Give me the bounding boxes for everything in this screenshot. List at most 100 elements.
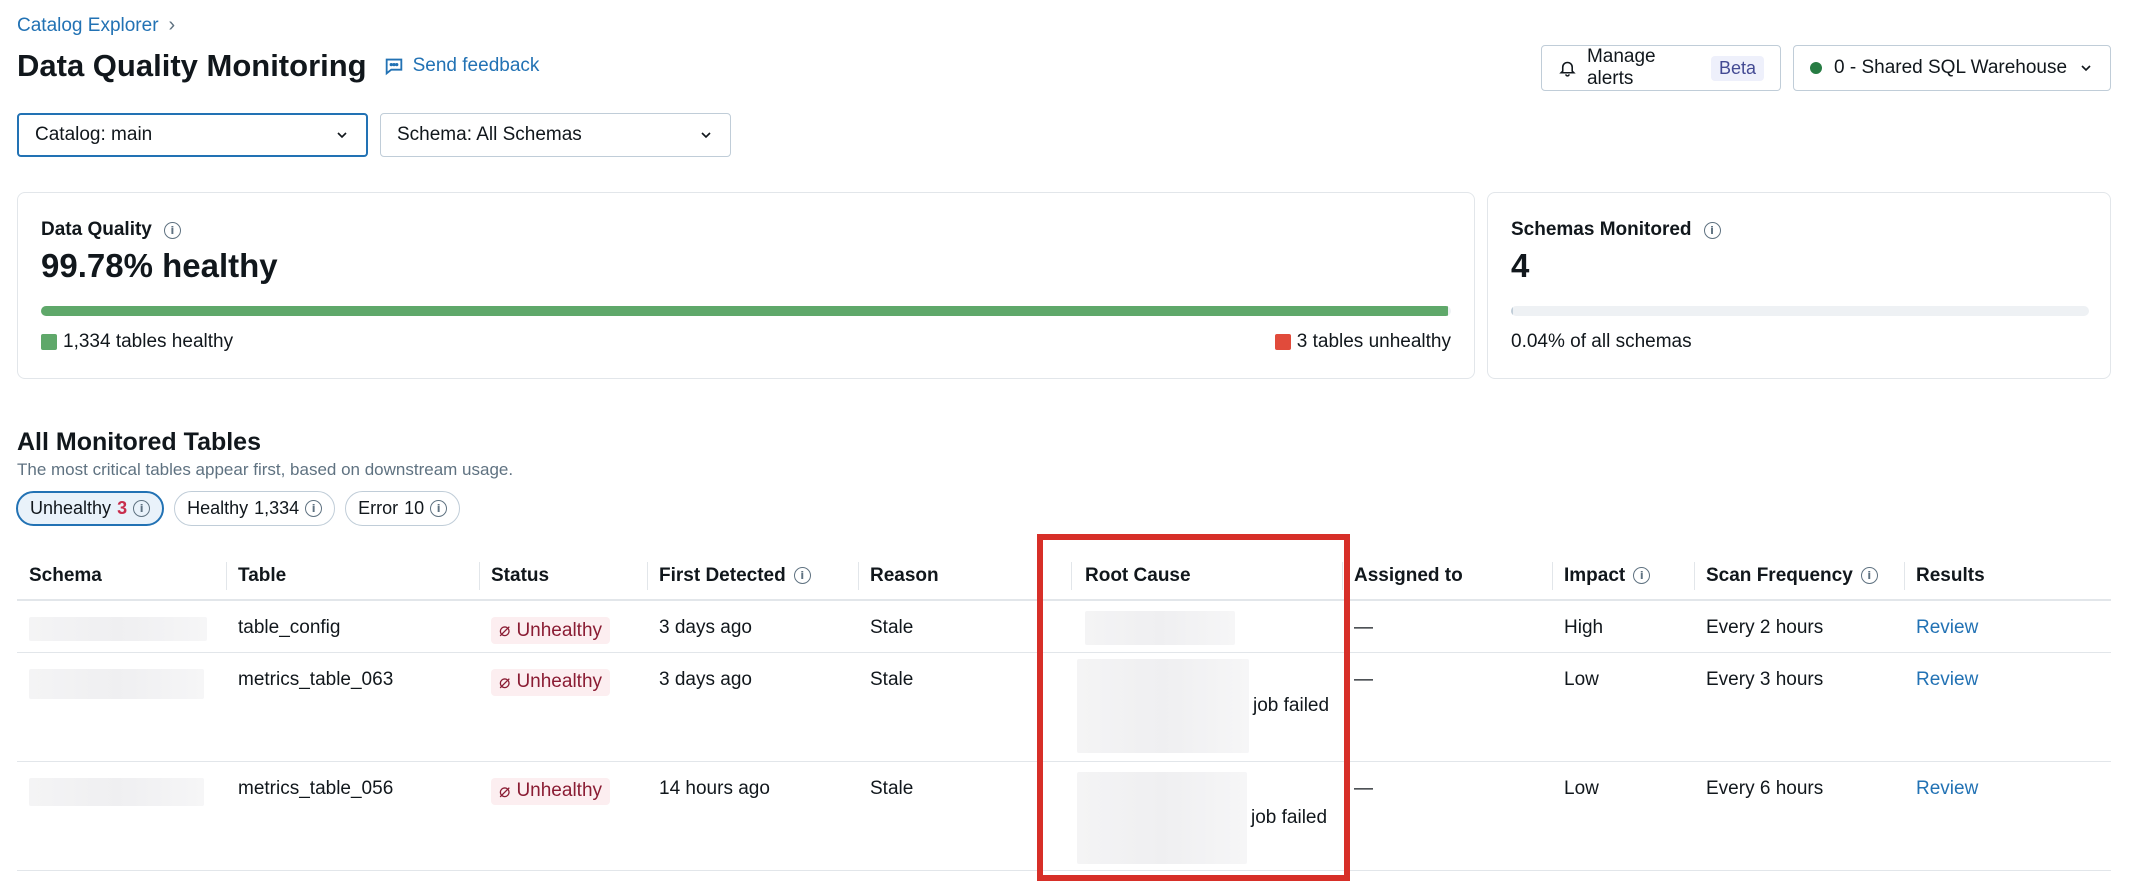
column-header-label: Impact (1564, 564, 1626, 586)
title-row: Data Quality Monitoring Send feedback (17, 48, 539, 84)
page-title: Data Quality Monitoring (17, 48, 367, 83)
bell-icon (1559, 61, 1576, 77)
healthy-legend: 1,334 tables healthy (41, 331, 233, 353)
cell-table[interactable]: table_config (226, 600, 479, 653)
schemas-monitored-label: Schemas Monitored i (1511, 219, 1721, 241)
column-header-scan-frequency[interactable]: Scan Frequency i (1694, 552, 1904, 601)
schemas-monitored-card: Schemas Monitored i 4 0.04% of all schem… (1487, 192, 2111, 379)
column-header-label: Status (491, 564, 550, 586)
root-cause-text: job failed (1251, 806, 1328, 828)
column-header-schema[interactable]: Schema (17, 552, 226, 601)
unhealthy-swatch (1274, 334, 1291, 350)
breadcrumb-catalog-explorer[interactable]: Catalog Explorer (17, 15, 159, 37)
manage-alerts-label: Manage alerts (1586, 46, 1656, 89)
pill-unhealthy[interactable]: Unhealthy 3 i (16, 491, 165, 526)
data-quality-value: 99.78% healthy (41, 247, 278, 284)
column-header-label: First Detected (659, 564, 786, 586)
redacted-schema (29, 668, 204, 699)
column-header-label: Scan Frequency (1706, 564, 1853, 586)
review-link[interactable]: Review (1916, 778, 1978, 799)
cell-reason: Stale (858, 652, 1061, 762)
cell-assigned-to[interactable]: — (1342, 652, 1552, 762)
section-title: All Monitored Tables (17, 428, 261, 456)
column-header-root-cause[interactable]: Root Cause (1061, 552, 1342, 601)
schema-select-value: Schema: All Schemas (397, 124, 582, 145)
send-feedback-link[interactable]: Send feedback (383, 55, 540, 77)
info-icon[interactable]: i (793, 567, 811, 584)
unhealthy-icon: ⌀ (499, 671, 511, 693)
chat-bubble-icon (385, 58, 402, 76)
cell-status: ⌀ Unhealthy (479, 600, 647, 653)
info-icon[interactable]: i (163, 221, 181, 239)
pill-unhealthy-count: 3 (117, 498, 128, 518)
unhealthy-legend: 3 tables unhealthy (1274, 331, 1451, 353)
redacted-schema (29, 617, 207, 641)
info-icon[interactable]: i (1703, 221, 1721, 239)
cell-table[interactable]: metrics_table_056 (226, 761, 479, 871)
cell-status: ⌀ Unhealthy (479, 761, 647, 871)
column-header-reason[interactable]: Reason (858, 552, 1061, 601)
cell-results: Review (1904, 761, 2111, 871)
breadcrumb: Catalog Explorer › (17, 14, 175, 37)
info-icon[interactable]: i (1860, 567, 1878, 584)
pill-healthy[interactable]: Healthy 1,334 i (174, 491, 336, 526)
manage-alerts-button[interactable]: Manage alerts Beta (1541, 45, 1781, 91)
section-subtitle: The most critical tables appear first, b… (17, 460, 514, 479)
info-icon[interactable]: i (430, 500, 448, 517)
cell-first-detected: 3 days ago (647, 600, 858, 653)
cell-assigned-to[interactable]: — (1342, 600, 1552, 653)
cell-impact: Low (1552, 652, 1694, 762)
column-header-impact[interactable]: Impact i (1552, 552, 1694, 601)
column-header-first-detected[interactable]: First Detected i (647, 552, 858, 601)
schema-select[interactable]: Schema: All Schemas (380, 113, 731, 157)
info-icon[interactable]: i (305, 500, 323, 517)
cell-first-detected: 3 days ago (647, 652, 858, 762)
table-row[interactable]: metrics_table_063 ⌀ Unhealthy 3 days ago … (17, 652, 2111, 762)
status-badge: ⌀ Unhealthy (491, 777, 611, 805)
data-quality-card: Data Quality i 99.78% healthy 1,334 tabl… (17, 192, 1475, 379)
info-icon[interactable]: i (1633, 567, 1651, 584)
status-badge: ⌀ Unhealthy (491, 668, 611, 696)
schemas-progress-fill (1511, 306, 1513, 316)
table-header-row: Schema Table Status First Detected i Reas… (17, 552, 2111, 601)
cell-schema (17, 600, 226, 653)
pill-error-count: 10 (404, 498, 425, 518)
schemas-monitored-value: 4 (1511, 247, 1530, 284)
column-header-results[interactable]: Results (1904, 552, 2111, 601)
beta-badge: Beta (1710, 55, 1764, 81)
column-header-status[interactable]: Status (479, 552, 647, 601)
filters: Catalog: main Schema: All Schemas (17, 113, 731, 157)
cell-table[interactable]: metrics_table_063 (226, 652, 479, 762)
health-progress-healthy (41, 306, 1448, 316)
health-progress-bar (41, 306, 1451, 316)
pill-error[interactable]: Error 10 i (345, 491, 461, 526)
redacted-root-cause (1077, 771, 1247, 864)
cell-schema (17, 761, 226, 871)
send-feedback-label: Send feedback (412, 55, 540, 76)
root-cause-text: job failed (1253, 694, 1330, 716)
table-row[interactable]: metrics_table_056 ⌀ Unhealthy 14 hours ag… (17, 761, 2111, 871)
cell-scan-frequency: Every 2 hours (1694, 600, 1904, 653)
cell-assigned-to[interactable]: — (1342, 761, 1552, 871)
status-badge: ⌀ Unhealthy (491, 617, 611, 644)
table-row[interactable]: table_config ⌀ Unhealthy 3 days ago Stale… (17, 600, 2111, 653)
column-header-label: Schema (29, 564, 102, 586)
catalog-select[interactable]: Catalog: main (17, 113, 368, 157)
column-header-table[interactable]: Table (226, 552, 479, 601)
column-header-assigned-to[interactable]: Assigned to (1342, 552, 1552, 601)
unhealthy-icon: ⌀ (499, 780, 511, 802)
cell-impact: Low (1552, 761, 1694, 871)
cell-root-cause: job failed (1061, 761, 1342, 871)
review-link[interactable]: Review (1916, 669, 1978, 690)
cell-results: Review (1904, 600, 2111, 653)
warehouse-status-dot (1810, 62, 1822, 74)
status-badge-label: Unhealthy (516, 780, 603, 801)
column-header-label: Table (238, 564, 287, 586)
cell-reason: Stale (858, 600, 1061, 653)
monitored-tables: Schema Table Status First Detected i Reas… (17, 552, 2111, 871)
warehouse-label: 0 - Shared SQL Warehouse (1834, 57, 2068, 78)
warehouse-selector[interactable]: 0 - Shared SQL Warehouse (1793, 45, 2111, 91)
info-icon[interactable]: i (133, 500, 151, 517)
cell-impact: High (1552, 600, 1694, 653)
review-link[interactable]: Review (1916, 617, 1978, 638)
